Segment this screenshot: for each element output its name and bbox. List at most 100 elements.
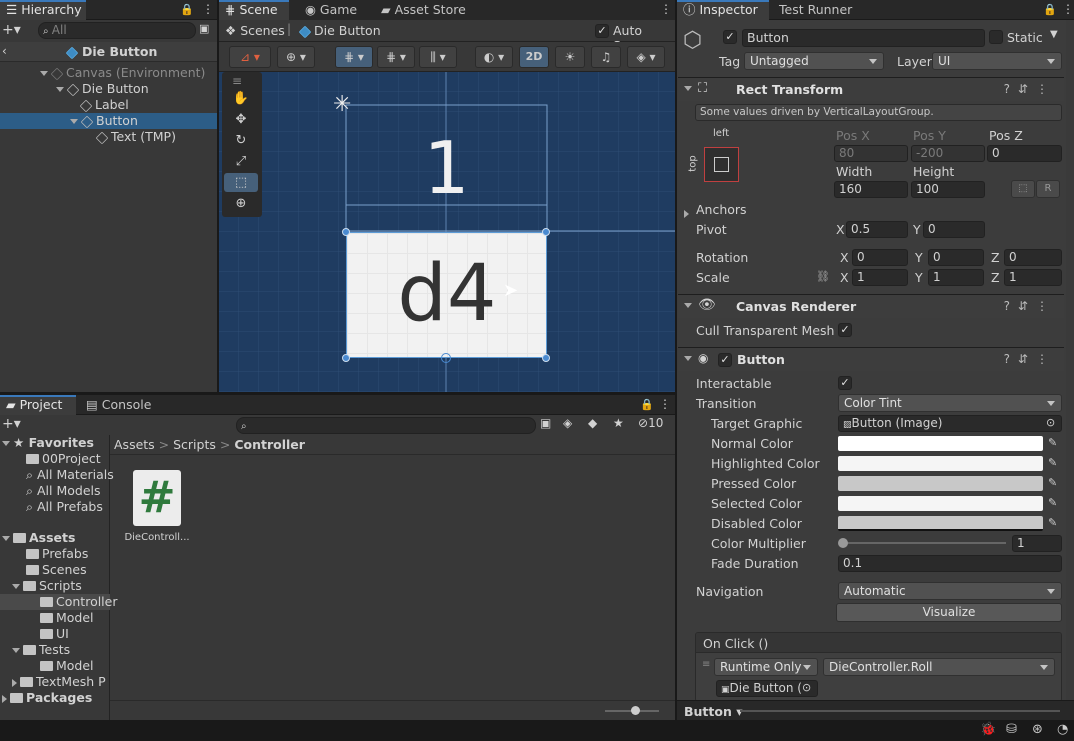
- orientation-dropdown[interactable]: ⊕ ▾: [277, 46, 315, 68]
- favorite-item[interactable]: ⌕ All Materials: [0, 467, 114, 483]
- cull-checkbox[interactable]: ✓: [838, 323, 852, 337]
- button-enabled-checkbox[interactable]: ✓: [718, 353, 732, 367]
- folder-item[interactable]: Model: [0, 658, 110, 674]
- interactable-checkbox[interactable]: ✓: [838, 376, 852, 390]
- cache-server-icon[interactable]: ⛁: [1006, 722, 1017, 737]
- more-menu-icon[interactable]: ⋮: [659, 397, 671, 411]
- selected-color-swatch[interactable]: [838, 496, 1043, 511]
- pos-y-field[interactable]: -200: [911, 145, 985, 162]
- tab-scene[interactable]: ⋕ Scene: [219, 0, 289, 20]
- anchor-preset-button[interactable]: [704, 147, 739, 182]
- eyedropper-icon[interactable]: ✎: [1048, 456, 1060, 470]
- color-multiplier-field[interactable]: 1: [1012, 535, 1062, 552]
- packages-header[interactable]: Packages: [0, 690, 110, 706]
- component-header-icons[interactable]: ?⇵⋮: [1004, 299, 1056, 313]
- transform-tool-icon[interactable]: ⊕: [224, 194, 258, 213]
- lighting-toggle-icon[interactable]: ☀: [555, 46, 585, 68]
- anchors-expand-icon[interactable]: [684, 206, 692, 220]
- tab-game[interactable]: ◉ Game: [299, 0, 363, 20]
- breadcrumb-item[interactable]: Assets: [114, 437, 155, 452]
- pressed-color-swatch[interactable]: [838, 476, 1043, 491]
- add-object-button[interactable]: +▾: [2, 22, 21, 38]
- scrollbar[interactable]: [1066, 20, 1074, 700]
- eyedropper-icon[interactable]: ✎: [1048, 436, 1060, 450]
- 2d-toggle-button[interactable]: 2D: [519, 46, 549, 68]
- audio-toggle-icon[interactable]: ♫: [591, 46, 621, 68]
- anchors-label[interactable]: Anchors: [696, 202, 747, 217]
- more-menu-icon[interactable]: ⋮: [1062, 2, 1074, 16]
- expand-icon[interactable]: [70, 119, 78, 124]
- favorite-star-icon[interactable]: ★: [613, 416, 624, 430]
- tab-inspector[interactable]: ⓘ Inspector: [677, 0, 769, 20]
- tab-project[interactable]: ▰ Project: [0, 395, 76, 415]
- search-by-type-icon[interactable]: ▣: [540, 416, 551, 430]
- disabled-color-swatch[interactable]: [838, 516, 1043, 531]
- canvas-renderer-header[interactable]: 👁 Canvas Renderer ?⇵⋮: [678, 294, 1064, 318]
- folder-item[interactable]: Model: [0, 610, 110, 626]
- expand-icon[interactable]: [40, 71, 48, 76]
- rect-handle[interactable]: [542, 228, 550, 236]
- scene-viewport[interactable]: ✳ 1 d4 ➤: [219, 72, 675, 392]
- rect-handle[interactable]: [542, 354, 550, 362]
- scale-y-field[interactable]: 1: [928, 269, 984, 286]
- folder-item[interactable]: Scripts: [0, 578, 110, 594]
- breadcrumb-item[interactable]: Controller: [234, 437, 305, 452]
- assets-header[interactable]: Assets: [0, 530, 110, 546]
- grid-toggle-button[interactable]: ⋕ ▾: [377, 46, 415, 68]
- folder-item[interactable]: Tests: [0, 642, 110, 658]
- auto-generate-lighting-icon[interactable]: ⊛: [1032, 722, 1043, 737]
- rotation-z-field[interactable]: 0: [1004, 249, 1062, 266]
- back-arrow-icon[interactable]: ‹: [2, 44, 7, 58]
- breadcrumb-scenes[interactable]: ❖ Scenes: [225, 23, 285, 38]
- palette-grip-icon[interactable]: ≡: [232, 74, 242, 88]
- progress-icon[interactable]: ◔: [1057, 722, 1068, 737]
- tab-asset-store[interactable]: ▰ Asset Store: [375, 0, 472, 20]
- object-name-field[interactable]: Button: [742, 29, 985, 47]
- scale-z-field[interactable]: 1: [1004, 269, 1062, 286]
- static-dropdown-icon[interactable]: ▼: [1050, 29, 1058, 40]
- grid-snap-button[interactable]: ⋕ ▾: [335, 46, 373, 68]
- project-search-input[interactable]: ⌕: [236, 417, 536, 434]
- active-checkbox[interactable]: ✓: [723, 30, 737, 44]
- breadcrumb-item[interactable]: Scripts: [173, 437, 216, 452]
- button-component-header[interactable]: ◉ ✓ Button ?⇵⋮: [678, 347, 1064, 371]
- hierarchy-item-die-button[interactable]: Die Button: [0, 81, 217, 97]
- lock-icon[interactable]: 🔒: [180, 3, 194, 16]
- create-asset-button[interactable]: +▾: [2, 416, 21, 432]
- highlighted-color-swatch[interactable]: [838, 456, 1043, 471]
- tab-test-runner[interactable]: Test Runner: [773, 0, 858, 20]
- function-dropdown[interactable]: DieController.Roll: [823, 658, 1055, 676]
- hierarchy-item-label[interactable]: Label: [0, 97, 217, 113]
- eyedropper-icon[interactable]: ✎: [1048, 496, 1060, 510]
- auto-save-checkbox[interactable]: ✓: [595, 24, 609, 38]
- more-menu-icon[interactable]: ⋮: [202, 2, 214, 16]
- expand-icon[interactable]: [56, 87, 64, 92]
- favorite-item[interactable]: 00Project: [0, 451, 110, 467]
- slider-thumb[interactable]: [838, 538, 848, 548]
- collapse-icon[interactable]: [684, 86, 692, 91]
- move-tool-icon[interactable]: ✥: [224, 110, 258, 129]
- folder-item[interactable]: TextMesh P: [0, 674, 110, 690]
- hierarchy-item-text-tmp[interactable]: Text (TMP): [0, 129, 217, 145]
- preview-dropdown[interactable]: Button ▾: [684, 704, 743, 719]
- hidden-packages-icon[interactable]: ⊘10: [638, 416, 663, 430]
- breadcrumb-prefab[interactable]: Die Button: [298, 23, 381, 38]
- pivot-handle[interactable]: [441, 353, 451, 363]
- pivot-x-field[interactable]: 0.5: [846, 221, 908, 238]
- favorite-item[interactable]: ⌕ All Prefabs: [0, 499, 110, 515]
- hierarchy-search-input[interactable]: ⌕ All: [38, 22, 196, 39]
- hand-tool-icon[interactable]: ✋: [224, 89, 258, 108]
- transition-dropdown[interactable]: Color Tint: [838, 394, 1062, 412]
- folder-item[interactable]: UI: [0, 626, 110, 642]
- preview-resize-handle[interactable]: [740, 710, 1060, 712]
- folder-item[interactable]: Prefabs: [0, 546, 110, 562]
- draw-mode-dropdown[interactable]: ⊿ ▾: [229, 46, 271, 68]
- normal-color-swatch[interactable]: [838, 436, 1043, 451]
- collapse-icon[interactable]: [684, 303, 692, 308]
- lock-icon[interactable]: 🔒: [640, 398, 654, 411]
- rotation-x-field[interactable]: 0: [852, 249, 908, 266]
- favorite-item[interactable]: ⌕ All Models: [0, 483, 110, 499]
- fade-duration-field[interactable]: 0.1: [838, 555, 1062, 572]
- effects-dropdown[interactable]: ◈ ▾: [627, 46, 665, 68]
- hierarchy-item-button[interactable]: Button: [0, 113, 217, 129]
